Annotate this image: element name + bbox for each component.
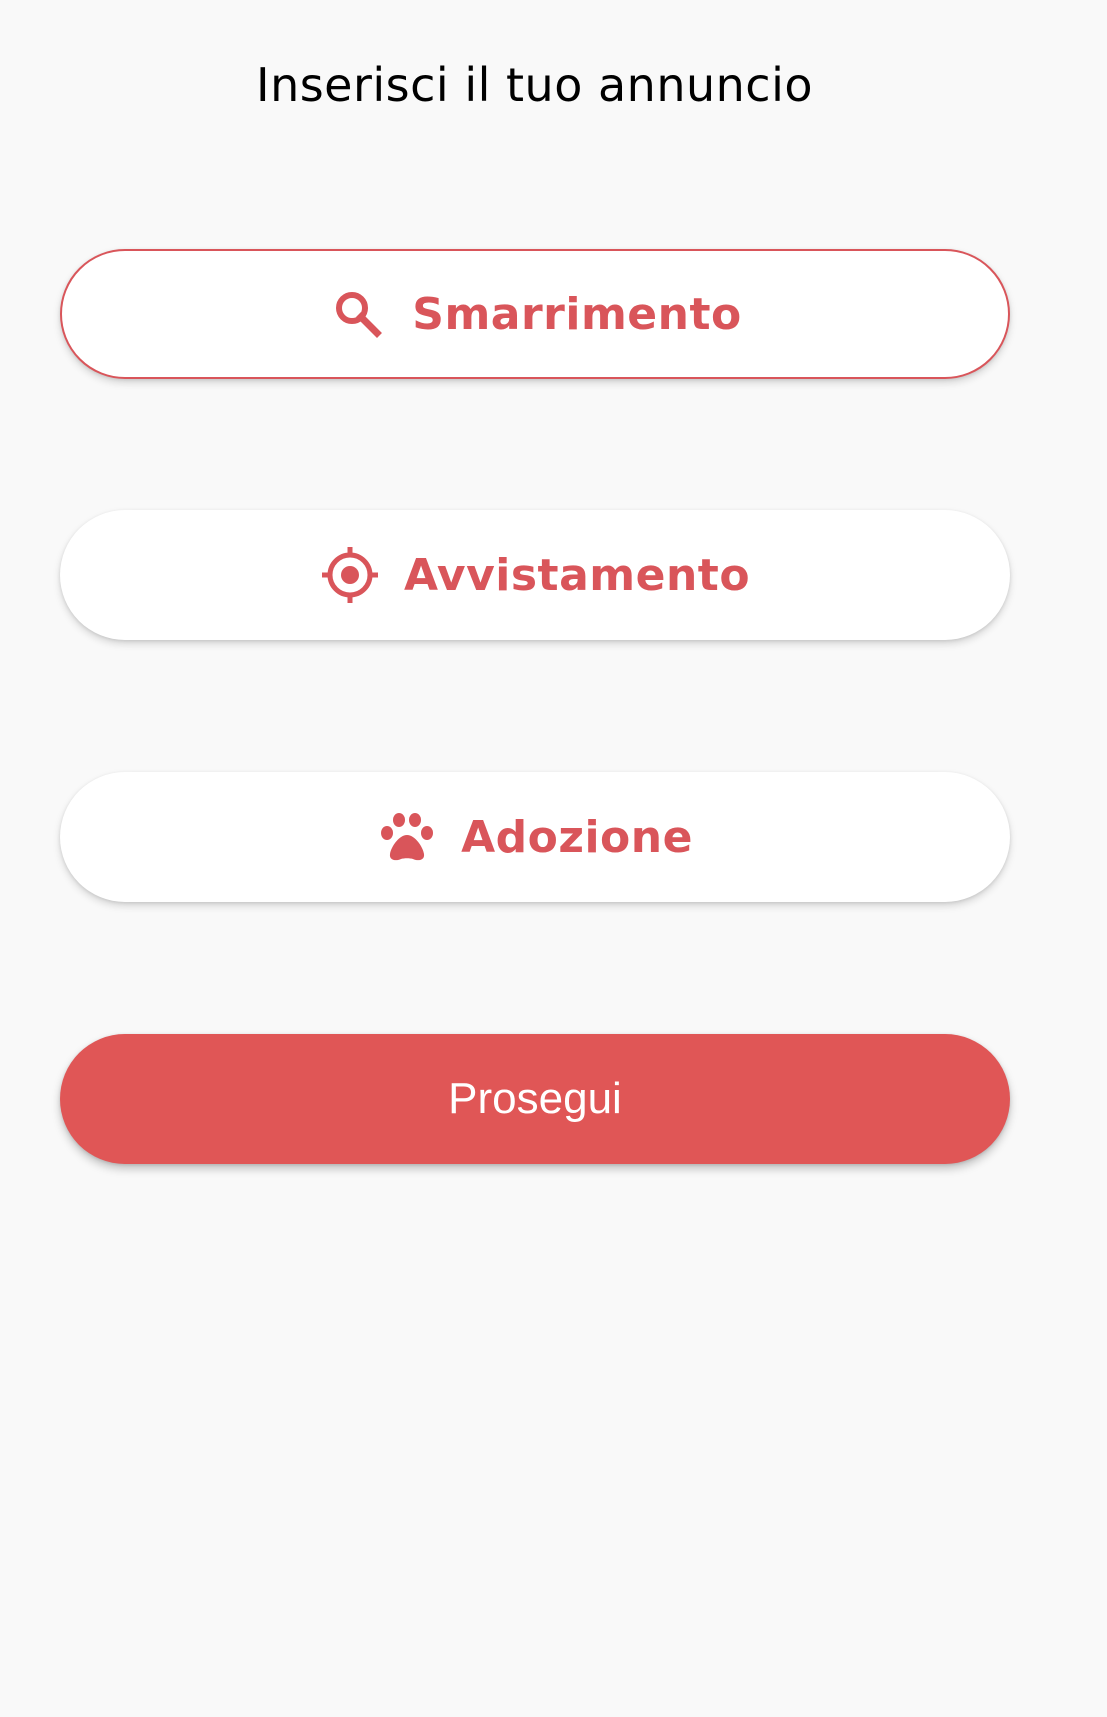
adozione-button[interactable]: Adozione (60, 772, 1010, 902)
smarrimento-button[interactable]: Smarrimento (60, 249, 1010, 379)
continue-button[interactable]: Prosegui (60, 1034, 1010, 1164)
continue-label: Prosegui (448, 1074, 622, 1123)
search-icon (328, 284, 388, 344)
paw-icon (377, 807, 437, 867)
target-icon (320, 545, 380, 605)
avvistamento-button[interactable]: Avvistamento (60, 510, 1010, 640)
adozione-label: Adozione (461, 811, 693, 863)
avvistamento-label: Avvistamento (403, 549, 751, 601)
smarrimento-label: Smarrimento (412, 288, 742, 340)
page-title: Inserisci il tuo annuncio (256, 58, 813, 112)
